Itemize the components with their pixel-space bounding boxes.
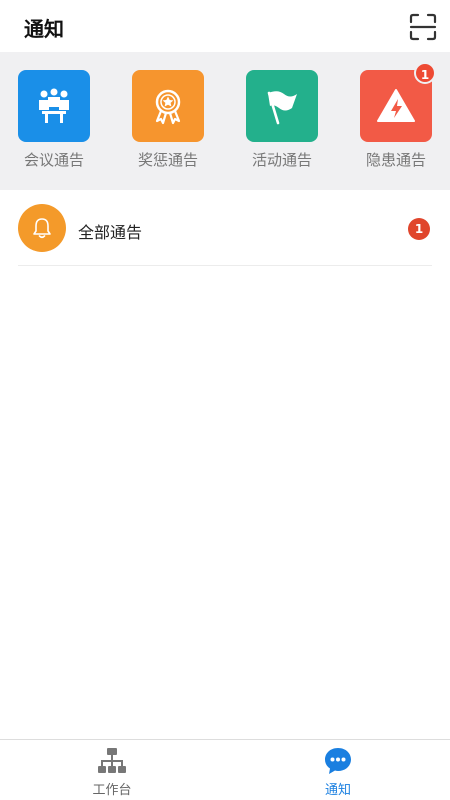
nav-item-notifications[interactable]: 通知 [278, 740, 398, 800]
meeting-icon [39, 88, 69, 123]
category-hazard[interactable]: 1 隐患通告 [356, 62, 436, 180]
avatar [18, 204, 66, 252]
category-award[interactable]: 奖惩通告 [128, 70, 208, 180]
flag-icon [267, 91, 297, 125]
scan-button[interactable] [408, 12, 438, 42]
unread-badge: 1 [408, 218, 430, 240]
nav-label: 通知 [324, 783, 351, 798]
category-meeting[interactable]: 会议通告 [14, 70, 94, 180]
nav-label: 工作台 [92, 783, 132, 798]
list-item-all-notices[interactable]: 全部通告 1 [18, 192, 432, 266]
award-icon [155, 89, 181, 125]
app-root: 通知 会议通告 奖惩通告 活动通告 1 隐患通告 全部通告 1 工作台 通知 [0, 0, 450, 800]
category-label: 奖惩通告 [137, 151, 198, 169]
bottom-nav: 工作台 通知 [0, 739, 450, 800]
nav-item-workbench[interactable]: 工作台 [52, 740, 172, 800]
category-label: 隐患通告 [365, 151, 426, 169]
category-tile [132, 70, 204, 142]
unread-badge: 1 [414, 62, 436, 84]
bell-icon [33, 218, 51, 239]
category-tile [246, 70, 318, 142]
category-grid: 会议通告 奖惩通告 活动通告 1 隐患通告 [0, 52, 450, 190]
category-tile [18, 70, 90, 142]
category-label: 会议通告 [23, 151, 84, 169]
hazard-warning-icon [377, 89, 415, 122]
list-item-label: 全部通告 [78, 223, 143, 242]
header-bar: 通知 [0, 0, 450, 52]
category-activity[interactable]: 活动通告 [242, 70, 322, 180]
org-chart-icon [98, 748, 126, 773]
category-label: 活动通告 [251, 151, 312, 169]
chat-bubble-icon [325, 748, 351, 774]
page-title: 通知 [24, 17, 64, 41]
scan-icon [409, 13, 437, 41]
